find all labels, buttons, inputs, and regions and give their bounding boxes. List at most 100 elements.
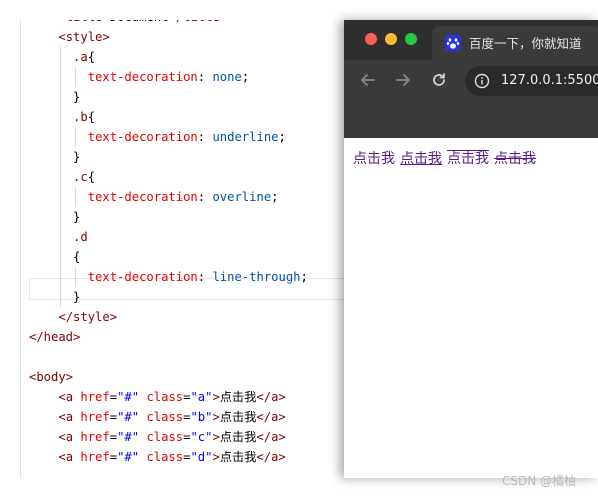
- code-line: </head>: [21, 327, 351, 347]
- reload-icon[interactable]: [429, 70, 449, 90]
- browser-tab[interactable]: 百度一下，你就知道: [432, 26, 598, 60]
- code-token: <a: [58, 410, 81, 424]
- code-token: "b": [190, 410, 213, 424]
- code-token: </a>: [256, 410, 286, 424]
- code-token: "c": [190, 430, 213, 444]
- code-line: <style>: [21, 27, 351, 47]
- code-token: </head>: [29, 330, 81, 344]
- address-bar[interactable]: 127.0.0.1:5500: [465, 66, 598, 96]
- code-line: {: [21, 247, 351, 267]
- code-token: ;: [241, 70, 250, 84]
- code-token: none: [212, 70, 242, 84]
- code-token: }: [73, 210, 81, 224]
- code-token: class: [146, 430, 184, 444]
- code-token: href: [80, 390, 110, 404]
- code-token: ;: [300, 270, 308, 284]
- code-token: :: [197, 70, 213, 84]
- code-token: <a: [58, 430, 81, 444]
- code-token: href: [80, 430, 110, 444]
- code-token: text-decoration: [87, 130, 198, 144]
- indent-guide: [60, 67, 62, 87]
- code-token: >: [212, 410, 220, 424]
- code-token: <a: [58, 450, 81, 464]
- code-line: }: [21, 207, 351, 227]
- code-token: .a: [73, 50, 88, 64]
- indent-guide: [60, 207, 62, 227]
- code-token: .c: [73, 170, 88, 184]
- code-token: 点击我: [219, 450, 257, 464]
- code-token: Document: [110, 20, 169, 24]
- code-editor[interactable]: <title>Document</title> <style> .a{ text…: [20, 20, 351, 478]
- code-token: "#": [117, 450, 140, 464]
- code-line: <a href="#" class="b">点击我</a>: [21, 407, 351, 427]
- indent-guide: [60, 167, 62, 187]
- link-underline[interactable]: 点击我: [400, 151, 442, 167]
- indent-guide: [75, 187, 77, 207]
- code-token: text-decoration: [87, 270, 198, 284]
- code-token: "#": [117, 430, 140, 444]
- code-token: =: [109, 430, 118, 444]
- code-token: ;: [278, 130, 286, 144]
- code-token: >: [212, 450, 220, 464]
- indent-guide: [75, 127, 77, 147]
- code-token: class: [146, 410, 184, 424]
- maximize-window-button[interactable]: [405, 33, 417, 45]
- code-token: <style>: [58, 30, 110, 44]
- code-token: =: [109, 390, 118, 404]
- code-line: <a href="#" class="a">点击我</a>: [21, 387, 351, 407]
- forward-arrow-icon[interactable]: [393, 70, 413, 90]
- code-token: 点击我: [219, 390, 257, 404]
- code-token: {: [87, 50, 96, 64]
- indent-guide: [60, 247, 62, 267]
- code-token: underline: [212, 130, 279, 144]
- code-token: .d: [73, 230, 88, 244]
- code-token: >: [212, 390, 220, 404]
- code-token: overline: [212, 190, 272, 204]
- code-line: <body>: [21, 367, 351, 387]
- code-line: <a href="#" class="c">点击我</a>: [21, 427, 351, 447]
- tab-bar: 百度一下，你就知道: [344, 20, 598, 60]
- link-overline[interactable]: 点击我: [447, 151, 489, 167]
- code-token: {: [87, 110, 96, 124]
- baidu-paw-icon: [445, 35, 461, 51]
- indent-guide: [60, 47, 62, 67]
- code-line: .d: [21, 227, 351, 247]
- code-token: :: [197, 190, 213, 204]
- info-icon[interactable]: [474, 73, 490, 89]
- code-token: 点击我: [219, 410, 257, 424]
- code-token: >: [212, 430, 220, 444]
- link-line-through[interactable]: 点击我: [494, 151, 536, 167]
- indent-guide: [60, 227, 62, 247]
- indent-guide: [60, 267, 62, 287]
- code-token: :: [197, 130, 213, 144]
- indent-guide: [60, 107, 62, 127]
- indent-guide: [75, 267, 77, 287]
- code-line: </style>: [21, 307, 351, 327]
- back-arrow-icon[interactable]: [358, 70, 378, 90]
- link-no-decoration[interactable]: 点击我: [353, 151, 395, 167]
- code-token: :: [197, 270, 213, 284]
- code-token: </a>: [256, 450, 286, 464]
- code-token: <a: [58, 390, 81, 404]
- code-token: href: [80, 410, 110, 424]
- close-window-button[interactable]: [365, 33, 377, 45]
- code-token: class: [146, 390, 184, 404]
- code-token: text-decoration: [87, 70, 198, 84]
- code-token: line-through: [212, 270, 301, 284]
- browser-window: 百度一下，你就知道 127.0.0.1:5500 点击我 点击我 点击我 点击我: [344, 20, 598, 478]
- minimize-window-button[interactable]: [385, 33, 397, 45]
- code-lines[interactable]: <title>Document</title> <style> .a{ text…: [21, 20, 351, 467]
- code-token: </a>: [256, 430, 286, 444]
- csdn-watermark: CSDN @橘柚: [501, 474, 576, 488]
- code-line: text-decoration: underline;: [21, 127, 351, 147]
